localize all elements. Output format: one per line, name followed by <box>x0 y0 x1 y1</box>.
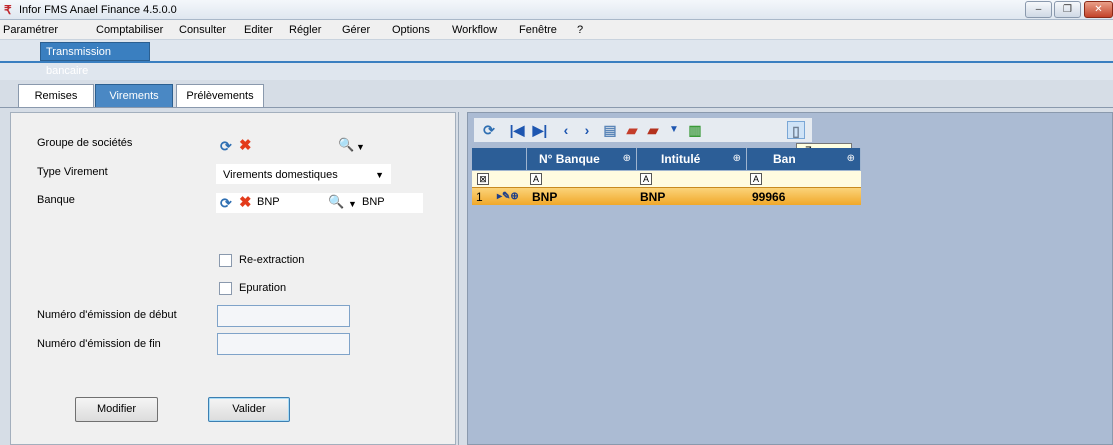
column-header-label: N° Banque <box>539 152 600 166</box>
menu-options[interactable]: Options <box>392 24 430 36</box>
module-strip <box>0 40 1113 80</box>
maximize-button[interactable]: ❐ <box>1054 1 1081 18</box>
menu-workflow[interactable]: Workflow <box>452 24 497 36</box>
column-header-label: Ban <box>773 152 796 166</box>
banque-name: BNP <box>362 196 385 208</box>
window-title: Infor FMS Anael Finance 4.5.0.0 <box>19 4 177 16</box>
filter-icon[interactable]: A <box>750 173 762 185</box>
column-header-banque[interactable]: Ban ⊕ <box>747 148 861 170</box>
menu-consulter[interactable]: Consulter <box>179 24 226 36</box>
criteria-panel <box>10 112 456 445</box>
title-bar: ₹ Infor FMS Anael Finance 4.5.0.0 – ❐ ✕ <box>0 0 1113 20</box>
search-icon[interactable]: 🔍 <box>328 195 344 209</box>
column-header-numbanque[interactable]: N° Banque ⊕ <box>527 148 637 170</box>
column-header-label: Intitulé <box>661 152 701 166</box>
grid-toolbar: ⟳ |◀ ▶| ‹ › ▤ ▰ ▰ ▼ ▥ ▯ <box>474 118 812 142</box>
row-number: 1 <box>476 190 483 204</box>
type-virement-label: Type Virement <box>37 166 108 178</box>
refresh-icon[interactable]: ⟳ <box>220 196 234 210</box>
menu-bar: Paramétrer Comptabiliser Consulter Edite… <box>0 20 1113 40</box>
menu-gerer[interactable]: Gérer <box>342 24 370 36</box>
next-icon[interactable]: › <box>578 121 596 139</box>
filter-row: ⊠ A A A <box>472 170 861 187</box>
reextraction-checkbox[interactable] <box>219 254 232 267</box>
row-edit-icon[interactable]: ▸✎⊕ <box>497 188 519 206</box>
results-grid: N° Banque ⊕ Intitulé ⊕ Ban ⊕ ⊠ A A A 1 ▸… <box>472 148 861 211</box>
menu-help[interactable]: ? <box>577 24 583 36</box>
modifier-button[interactable]: Modifier <box>75 397 158 422</box>
clear-icon[interactable]: ✖ <box>239 195 253 210</box>
tab-virements[interactable]: Virements <box>95 84 173 107</box>
chevron-down-icon[interactable]: ▼ <box>356 142 366 152</box>
splitter-handle[interactable] <box>456 112 466 445</box>
pin-icon[interactable]: ⊕ <box>733 148 741 170</box>
num-debut-input[interactable] <box>217 305 350 327</box>
menu-parametrer[interactable]: Paramétrer <box>3 24 58 36</box>
banque-code[interactable]: BNP <box>257 196 280 208</box>
menu-regler[interactable]: Régler <box>289 24 321 36</box>
minimize-button[interactable]: – <box>1025 1 1052 18</box>
menu-editer[interactable]: Editer <box>244 24 273 36</box>
clear-icon[interactable]: ✖ <box>239 138 253 153</box>
num-fin-input[interactable] <box>217 333 350 355</box>
tab-remises[interactable]: Remises <box>18 84 94 107</box>
app-logo-icon: ₹ <box>4 3 12 17</box>
epuration-label: Epuration <box>239 282 287 294</box>
export-icon[interactable]: ▰ <box>623 121 641 139</box>
refresh-icon[interactable]: ⟳ <box>220 139 234 153</box>
zoom-icon[interactable]: ▯ <box>787 121 805 139</box>
epuration-checkbox[interactable] <box>219 282 232 295</box>
tab-prelevements[interactable]: Prélèvements <box>176 84 264 107</box>
num-fin-label: Numéro d'émission de fin <box>37 338 161 350</box>
print-icon[interactable]: ▰ <box>644 121 662 139</box>
pin-icon[interactable]: ⊕ <box>847 148 855 170</box>
valider-button[interactable]: Valider <box>208 397 290 422</box>
refresh-icon[interactable]: ⟳ <box>480 121 498 139</box>
first-icon[interactable]: |◀ <box>508 121 526 139</box>
table-icon[interactable]: ▤ <box>601 121 619 139</box>
filter-icon[interactable]: A <box>640 173 652 185</box>
search-icon[interactable]: 🔍 <box>338 138 354 152</box>
reextraction-label: Re-extraction <box>239 254 305 266</box>
chevron-down-icon[interactable]: ▼ <box>348 199 358 209</box>
menu-fenetre[interactable]: Fenêtre <box>519 24 557 36</box>
tab-divider <box>0 107 1113 108</box>
last-icon[interactable]: ▶| <box>531 121 549 139</box>
prev-icon[interactable]: ‹ <box>557 121 575 139</box>
type-virement-select[interactable]: Virements domestiques ▼ <box>216 164 391 184</box>
column-header-intitule[interactable]: Intitulé ⊕ <box>637 148 747 170</box>
grid-corner-header <box>472 148 527 170</box>
pin-icon[interactable]: ⊕ <box>623 148 631 170</box>
close-button[interactable]: ✕ <box>1084 1 1113 18</box>
groupe-label: Groupe de sociétés <box>37 137 133 149</box>
filter-icon[interactable]: A <box>530 173 542 185</box>
module-tab-underline <box>0 61 1113 63</box>
chevron-down-icon: ▼ <box>375 170 384 180</box>
filter-clear-icon[interactable]: ⊠ <box>477 173 489 185</box>
table-row[interactable]: 1 ▸✎⊕ BNP BNP 99966 <box>472 187 861 205</box>
cell-banque: 99966 <box>752 190 786 204</box>
num-debut-label: Numéro d'émission de début <box>37 309 177 321</box>
cell-numbanque: BNP <box>532 190 558 204</box>
dropdown-icon[interactable]: ▼ <box>665 121 683 139</box>
type-virement-value: Virements domestiques <box>223 169 338 181</box>
menu-comptabiliser[interactable]: Comptabiliser <box>96 24 163 36</box>
splitter-grip <box>458 112 459 445</box>
cell-intitule: BNP <box>640 190 666 204</box>
module-tab-transmission[interactable]: Transmission bancaire <box>40 42 150 77</box>
banque-label: Banque <box>37 194 75 206</box>
chart-icon[interactable]: ▥ <box>686 121 704 139</box>
